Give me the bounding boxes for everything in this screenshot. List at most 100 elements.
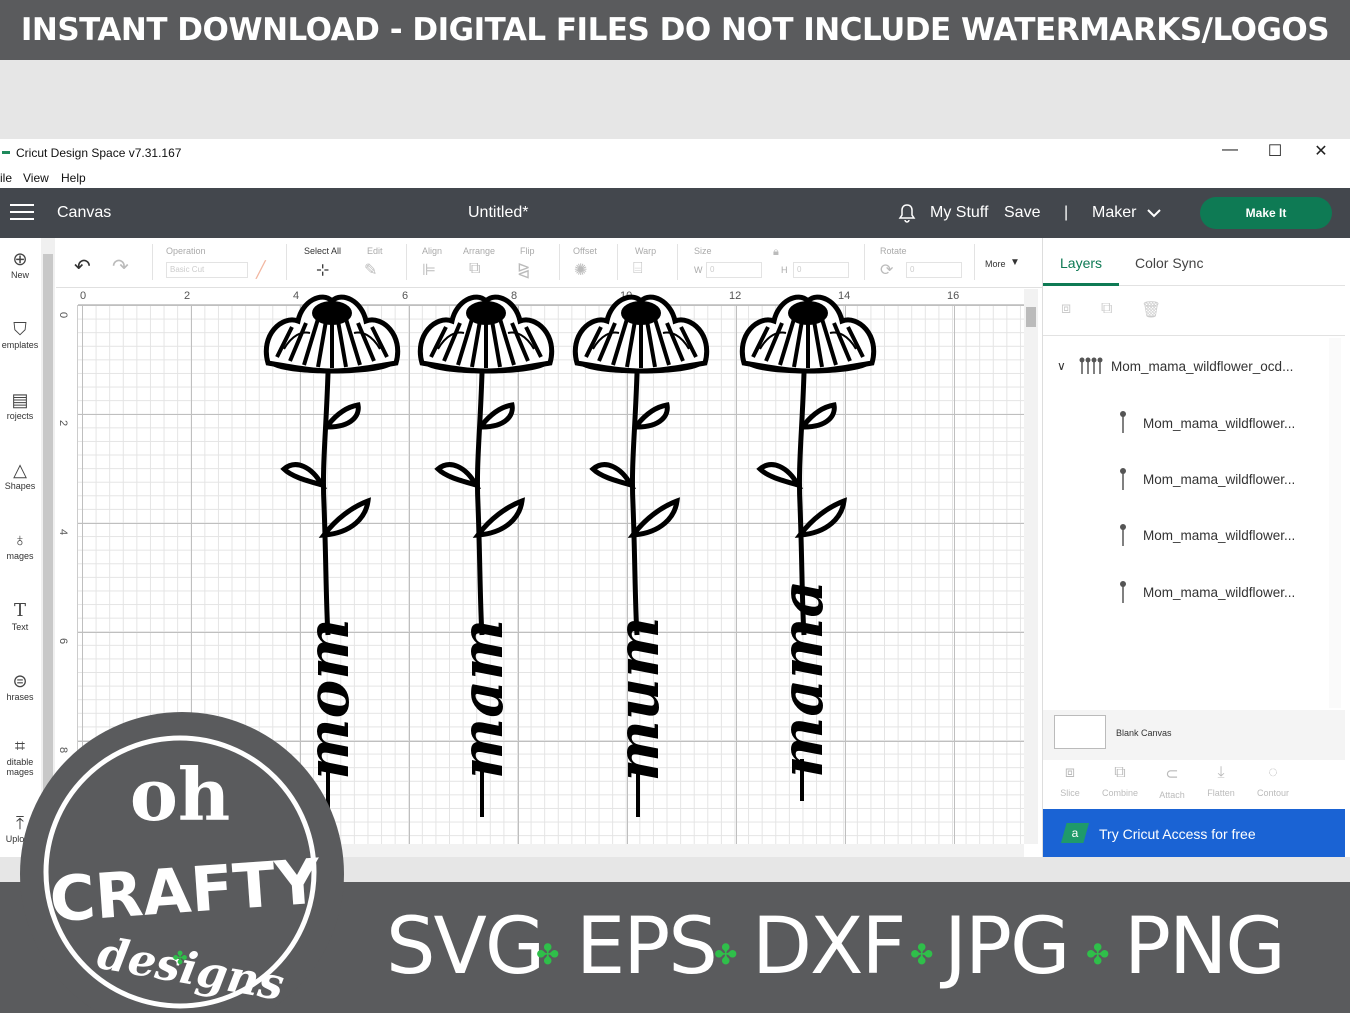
menu-help[interactable]: Help <box>61 171 86 185</box>
tab-color-sync[interactable]: Color Sync <box>1135 255 1203 271</box>
window-title: Cricut Design Space v7.31.167 <box>16 146 182 160</box>
height-label: H <box>781 265 788 275</box>
clover-icon: ✤ <box>536 938 560 971</box>
width-label: W <box>694 265 703 275</box>
duplicate-icon[interactable]: ⧉ <box>1101 300 1112 318</box>
layers-panel: Layers Color Sync ⧈ ⧉ 🗑︎ ∨ Mom_mama_wild… <box>1042 238 1345 857</box>
attach-button[interactable]: ⊂ Attach <box>1147 764 1197 800</box>
lock-icon[interactable]: 🔒︎ <box>773 246 779 259</box>
rail-label: Text <box>11 622 29 632</box>
attach-label: Attach <box>1159 790 1185 800</box>
close-button[interactable]: ✕ <box>1311 141 1331 161</box>
combine-button[interactable]: ⧉ Combine <box>1095 764 1145 798</box>
undo-icon[interactable]: ↶ <box>74 254 91 279</box>
cricut-access-badge-icon: a <box>1061 823 1089 843</box>
layer-group-name[interactable]: Mom_mama_wildflower_ocd... <box>1111 359 1293 374</box>
layers-scrollbar[interactable] <box>1329 338 1341 708</box>
delete-icon[interactable]: 🗑︎ <box>1141 300 1161 320</box>
canvas-word-mum: mum <box>604 617 672 782</box>
menu-file[interactable]: ile <box>0 171 12 185</box>
warp-icon[interactable]: ⌸ <box>633 260 643 278</box>
cricut-access-banner[interactable]: a Try Cricut Access for free <box>1043 809 1345 857</box>
machine-select[interactable]: Maker <box>1092 204 1136 222</box>
clover-icon: ✤ <box>910 938 934 971</box>
format-png: PNG <box>1124 902 1286 992</box>
offset-icon[interactable]: ✺ <box>574 260 587 280</box>
rail-phrases[interactable]: ⊜ hrases <box>0 670 40 702</box>
flatten-button[interactable]: ⤓ Flatten <box>1196 764 1246 798</box>
blank-canvas-label: Blank Canvas <box>1116 728 1172 738</box>
chevron-down-icon[interactable] <box>1146 207 1162 219</box>
vertical-scroll-thumb[interactable] <box>1026 307 1036 327</box>
title-bar: Cricut Design Space v7.31.167 — ☐ ✕ <box>0 139 1350 165</box>
arrange-icon[interactable]: ⧉ <box>469 260 480 278</box>
canvas-vertical-scrollbar[interactable] <box>1024 289 1038 844</box>
clover-icon: ✤ <box>1086 938 1110 971</box>
tab-layers[interactable]: Layers <box>1060 255 1102 271</box>
hamburger-menu-icon[interactable] <box>10 204 34 222</box>
group-icon[interactable]: ⧈ <box>1061 300 1071 318</box>
shapes-icon: △ <box>13 460 27 480</box>
bell-icon[interactable] <box>896 202 918 224</box>
more-button[interactable]: More <box>985 259 1006 269</box>
layer-item[interactable]: Mom_mama_wildflower... <box>1143 416 1295 431</box>
logo-clover-icon: ✤ <box>172 948 187 968</box>
rail-templates[interactable]: ⛉ emplates <box>0 318 40 350</box>
height-input[interactable]: 0 <box>793 262 849 278</box>
shirt-icon: ⛉ <box>13 319 27 339</box>
pen-icon[interactable]: ╱ <box>256 260 266 280</box>
canvas-word-mama: mama <box>768 580 836 778</box>
arrange-label: Arrange <box>463 246 496 256</box>
toolbar-separator <box>152 244 153 280</box>
redo-icon[interactable]: ↷ <box>112 254 129 279</box>
text-icon: T <box>13 600 26 621</box>
format-jpg: JPG <box>944 902 1070 992</box>
align-label: Align <box>422 246 443 256</box>
contour-button[interactable]: ◌ Contour <box>1248 764 1298 798</box>
rotate-icon[interactable]: ⟳ <box>880 260 893 280</box>
expand-chevron-icon[interactable]: ∨ <box>1057 359 1066 373</box>
select-all-icon[interactable]: ⊹ <box>316 260 329 280</box>
rail-text[interactable]: T Text <box>0 600 40 632</box>
slice-button[interactable]: ⧈ Slice <box>1045 764 1095 798</box>
maximize-button[interactable]: ☐ <box>1265 141 1285 161</box>
edit-icon[interactable]: ✎ <box>364 260 377 280</box>
rail-projects[interactable]: ▤ rojects <box>0 389 40 421</box>
align-icon[interactable]: ⊫ <box>422 260 436 280</box>
caret-down-icon[interactable]: ▼ <box>1010 257 1020 268</box>
app-header: Canvas Untitled* My Stuff Save | Maker M… <box>0 188 1350 238</box>
layer-item[interactable]: Mom_mama_wildflower... <box>1143 472 1295 487</box>
top-banner: INSTANT DOWNLOAD - DIGITAL FILES DO NOT … <box>0 0 1350 60</box>
blank-canvas-row[interactable]: Blank Canvas <box>1043 710 1345 760</box>
layer-item[interactable]: Mom_mama_wildflower... <box>1143 528 1295 543</box>
plus-circle-icon: ⊕ <box>12 249 28 269</box>
chat-icon: ⊜ <box>12 671 28 691</box>
flip-label: Flip <box>520 246 535 256</box>
combine-icon: ⧉ <box>1114 764 1126 781</box>
blank-canvas-swatch[interactable] <box>1054 715 1106 749</box>
edit-label: Edit <box>367 246 383 256</box>
my-stuff-link[interactable]: My Stuff <box>930 204 988 222</box>
menu-view[interactable]: View <box>23 171 49 185</box>
save-button[interactable]: Save <box>1004 204 1040 222</box>
rotate-input[interactable]: 0 <box>906 262 962 278</box>
format-eps: EPS <box>576 902 718 992</box>
make-it-button[interactable]: Make It <box>1200 197 1332 229</box>
cricut-access-text[interactable]: Try Cricut Access for free <box>1099 826 1256 842</box>
panel-tabs: Layers Color Sync <box>1043 238 1345 286</box>
lightbulb-icon: ♁ <box>13 530 27 550</box>
offset-label: Offset <box>573 246 597 256</box>
operation-select[interactable]: Basic Cut <box>166 262 248 278</box>
layer-thumbnail-icon <box>1120 581 1126 603</box>
rail-label: rojects <box>6 411 34 421</box>
rail-new[interactable]: ⊕ New <box>0 248 40 280</box>
contour-icon: ◌ <box>1268 764 1278 781</box>
rail-images[interactable]: ♁ mages <box>0 529 40 561</box>
minimize-button[interactable]: — <box>1220 141 1240 159</box>
layer-item[interactable]: Mom_mama_wildflower... <box>1143 585 1295 600</box>
warp-label: Warp <box>635 246 657 256</box>
rail-shapes[interactable]: △ Shapes <box>0 459 40 491</box>
flip-icon[interactable]: ⧎ <box>517 260 530 280</box>
toolbar-separator <box>286 244 287 280</box>
width-input[interactable]: 0 <box>706 262 762 278</box>
